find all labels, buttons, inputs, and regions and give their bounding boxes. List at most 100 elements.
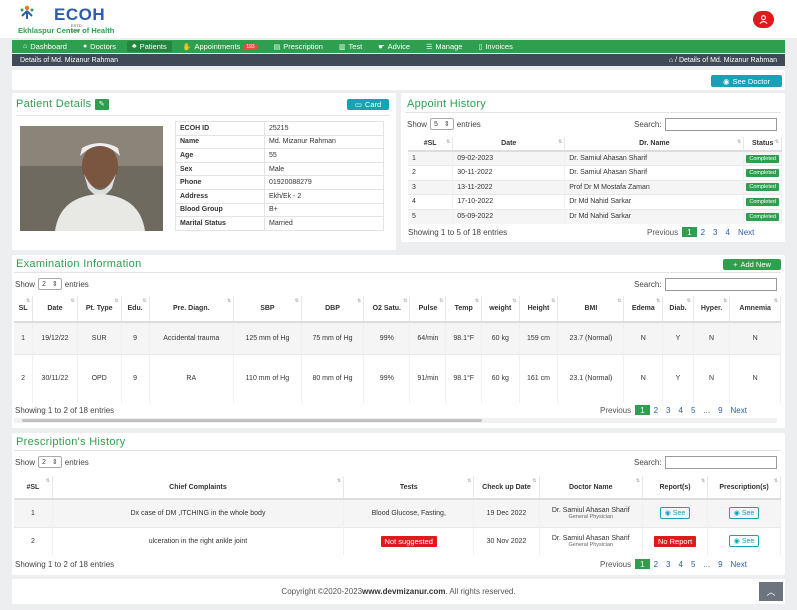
scrollbar-thumb[interactable] <box>22 419 482 422</box>
page-button[interactable]: 9 <box>714 405 726 415</box>
column-header[interactable]: Prescription(s) ⇅ <box>707 476 781 500</box>
home-icon[interactable]: ⌂ <box>669 57 673 64</box>
column-header[interactable]: Edu. ⇅ <box>121 296 150 323</box>
column-header[interactable]: #SL ⇅ <box>408 137 454 152</box>
column-header[interactable]: Diab. ⇅ <box>662 296 694 323</box>
column-header[interactable]: #SL ⇅ <box>14 476 53 500</box>
next-page-button[interactable]: Next <box>727 405 751 415</box>
eye-icon: ◉ <box>722 76 730 86</box>
page-button[interactable]: 2 <box>697 227 709 237</box>
nav-item-advice[interactable]: ☛ Advice <box>373 41 415 52</box>
user-menu-button[interactable] <box>753 11 774 28</box>
card-button[interactable]: ▭ Card <box>347 99 389 110</box>
page-button[interactable]: 1 <box>682 227 697 237</box>
nav-item-appointments[interactable]: ✋ Appointments 193 <box>178 41 263 52</box>
nav-item-dashboard[interactable]: ⌂ Dashboard <box>18 41 72 52</box>
main-nav: ⌂ Dashboard ● Doctors ♣ Patients ✋ Appointments… <box>12 40 785 53</box>
table-row: 2 ulceration in the right ankle joint Not … <box>14 526 781 555</box>
page-button[interactable]: 4 <box>674 405 686 415</box>
page-button[interactable]: 1 <box>635 559 650 569</box>
field-label: Phone <box>175 175 265 190</box>
column-header[interactable]: Pt. Type ⇅ <box>77 296 122 323</box>
column-header[interactable]: Check up Date ⇅ <box>473 476 540 500</box>
nav-item-invoices[interactable]: ▯ Invoices <box>473 41 517 52</box>
appoint-length-select[interactable]: 5 ⇕ <box>430 118 454 130</box>
column-header[interactable]: Temp ⇅ <box>445 296 482 323</box>
page-button[interactable]: 3 <box>662 405 674 415</box>
table-cell: 98.1°F <box>445 321 482 354</box>
column-header[interactable]: Report(s) ⇅ <box>642 476 709 500</box>
presc-search-input[interactable] <box>664 456 777 469</box>
page-button[interactable]: 5 <box>687 405 699 415</box>
exam-search-input[interactable] <box>664 278 777 291</box>
column-header[interactable]: Amnemia ⇅ <box>729 296 781 323</box>
page-button[interactable]: 2 <box>650 559 662 569</box>
exam-length-select[interactable]: 2 ⇕ <box>38 278 62 290</box>
status-badge: Completed <box>746 183 779 192</box>
page-button[interactable]: 3 <box>709 227 721 237</box>
field-label: Marital Status <box>175 216 265 231</box>
column-header[interactable]: SBP ⇅ <box>233 296 302 323</box>
table-cell: Completed <box>743 194 782 209</box>
column-header[interactable]: Tests ⇅ <box>343 476 475 500</box>
eye-icon: ◉ <box>664 510 673 518</box>
nav-item-test[interactable]: ▥ Test <box>334 41 367 52</box>
page-button[interactable]: 9 <box>714 559 726 569</box>
page-button[interactable]: 5 <box>687 559 699 569</box>
nav-item-prescription[interactable]: ▤ Prescription <box>269 41 328 52</box>
page-button[interactable]: 3 <box>662 559 674 569</box>
see-doctor-button[interactable]: ◉ See Doctor <box>711 75 782 87</box>
previous-page-button[interactable]: Previous <box>596 405 635 415</box>
column-header[interactable]: Doctor Name ⇅ <box>539 476 644 500</box>
column-header[interactable]: O2 Satu. ⇅ <box>363 296 411 323</box>
column-header[interactable]: DBP ⇅ <box>301 296 365 323</box>
column-header[interactable]: Date ⇅ <box>32 296 78 323</box>
appoint-search-input[interactable] <box>664 118 777 131</box>
next-page-button[interactable]: Next <box>727 559 751 569</box>
column-header[interactable]: Height ⇅ <box>519 296 559 323</box>
nav-item-patients[interactable]: ♣ Patients <box>127 41 172 52</box>
table-cell: 110 mm of Hg <box>233 353 302 403</box>
table-cell: 1 <box>14 321 34 354</box>
column-header[interactable]: Status ⇅ <box>743 137 782 152</box>
column-header-label: Tests <box>399 483 418 491</box>
column-header[interactable]: weight ⇅ <box>481 296 520 323</box>
previous-page-button[interactable]: Previous <box>643 227 682 237</box>
no-report-badge: No Report <box>653 535 697 547</box>
show-label: Show <box>15 457 36 467</box>
nav-item-manage[interactable]: ☰ Manage <box>421 41 467 52</box>
column-header[interactable]: Date ⇅ <box>452 137 566 152</box>
edit-icon[interactable]: ✎ <box>94 98 109 110</box>
field-label: ECOH ID <box>175 121 265 136</box>
column-header-label: Pre. Diagn. <box>172 305 210 312</box>
column-header[interactable]: Hyper. ⇅ <box>693 296 731 323</box>
column-header[interactable]: Edema ⇅ <box>623 296 664 323</box>
column-header[interactable]: Dr. Name ⇅ <box>564 137 745 152</box>
page-button[interactable]: 4 <box>721 227 733 237</box>
presc-length-select[interactable]: 2 ⇕ <box>38 456 62 468</box>
column-header[interactable]: BMI ⇅ <box>557 296 625 323</box>
scroll-top-button[interactable]: ︿ <box>759 582 783 601</box>
column-header-label: O2 Satu. <box>372 305 401 312</box>
see-label: See <box>672 510 686 518</box>
footer-link[interactable]: www.devmizanur.com <box>362 587 445 596</box>
next-page-button[interactable]: Next <box>734 227 758 237</box>
table-row: 5 05-09-2022 Dr Md Nahid Sarkar Completed <box>408 208 782 224</box>
page-button[interactable]: 2 <box>650 405 662 415</box>
field-value: 55 <box>264 148 384 163</box>
see-prescription-button[interactable]: ◉ See <box>728 507 760 520</box>
column-header[interactable]: Pre. Diagn. ⇅ <box>149 296 235 323</box>
column-header[interactable]: Chief Complaints ⇅ <box>52 476 345 500</box>
see-report-button[interactable]: ◉ See <box>659 507 691 520</box>
exam-horizontal-scrollbar[interactable] <box>14 418 777 423</box>
page-button[interactable]: 4 <box>674 559 686 569</box>
column-header-label: Temp <box>454 305 473 312</box>
page-button[interactable]: 1 <box>635 405 650 415</box>
column-header[interactable]: Pulse ⇅ <box>409 296 447 323</box>
patient-field-row: Phone 01920088279 <box>175 175 384 190</box>
add-new-button[interactable]: + Add New <box>723 259 781 270</box>
column-header[interactable]: SL ⇅ <box>14 296 34 323</box>
previous-page-button[interactable]: Previous <box>596 559 635 569</box>
nav-item-doctors[interactable]: ● Doctors <box>78 41 121 52</box>
see-prescription-button[interactable]: ◉ See <box>728 535 760 548</box>
